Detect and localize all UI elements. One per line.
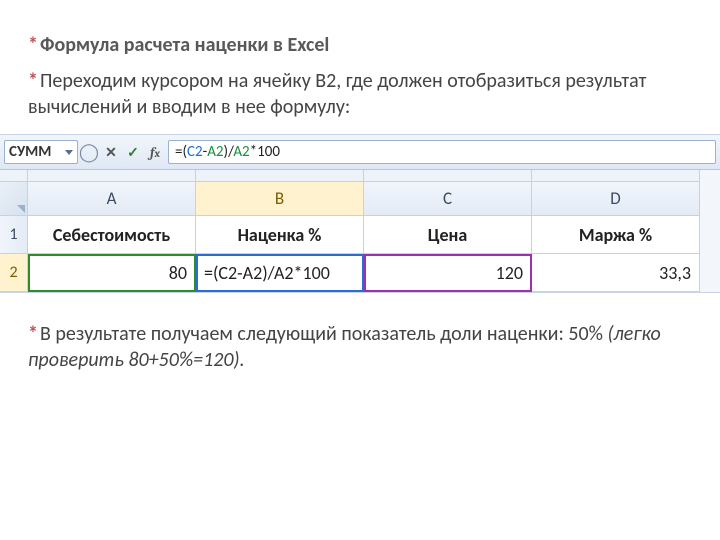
cell-D1[interactable]: Маржа % [532,216,700,254]
cell-D2[interactable]: 33,3 [532,254,700,292]
bullet-title: *Формула расчета наценки в Excel [28,32,692,58]
bullet-star-icon: * [28,33,38,57]
name-box[interactable]: СУММ [4,140,78,164]
accept-icon[interactable]: ✓ [122,141,144,163]
col-header-C[interactable]: C [364,182,532,216]
name-box-value: СУММ [9,143,51,161]
select-all-corner[interactable] [0,182,28,216]
chevron-down-icon [65,150,73,155]
col-header-D[interactable]: D [532,182,700,216]
step-text: Переходим курсором на ячейку B2, где дол… [28,69,646,119]
result-text-a: В результате получаем следующий показате… [40,322,607,346]
formula-bar: СУММ ◯ ✕ ✓ fx =(C2-A2)/A2*100 [0,135,720,170]
expand-icon[interactable]: ◯ [78,141,100,163]
title-text: Формула расчета наценки в Excel [40,33,329,57]
cancel-icon[interactable]: ✕ [100,141,122,163]
col-header-B[interactable]: B [196,182,364,216]
grid-spacer [196,170,364,182]
spreadsheet-grid: A B C D 1 Себестоимость Наценка % Цена М… [0,170,720,292]
slide: *Формула расчета наценки в Excel *Перехо… [0,0,720,540]
grid-spacer [364,170,532,182]
grid-spacer [532,170,700,182]
grid-spacer [28,170,196,182]
cell-A1[interactable]: Себестоимость [28,216,196,254]
bullet-result: *В результате получаем следующий показат… [28,321,692,373]
cell-B1[interactable]: Наценка % [196,216,364,254]
cell-C2[interactable]: 120 [364,254,532,292]
bullet-star-icon: * [28,69,38,93]
col-header-A[interactable]: A [28,182,196,216]
formula-input[interactable]: =(C2-A2)/A2*100 [168,140,716,164]
excel-screenshot: СУММ ◯ ✕ ✓ fx =(C2-A2)/A2*100 A B C D [0,134,720,293]
bullet-step: *Переходим курсором на ячейку B2, где до… [28,68,692,120]
formula-text: =(C2-A2)/A2*100 [175,143,280,161]
row-header-1[interactable]: 1 [0,216,28,254]
cell-C1[interactable]: Цена [364,216,532,254]
cell-B2[interactable]: =(C2-A2)/A2*100 [196,254,364,292]
fx-icon[interactable]: fx [144,141,166,163]
row-header-2[interactable]: 2 [0,254,28,292]
cell-A2[interactable]: 80 [28,254,196,292]
bullet-star-icon: * [28,322,38,346]
grid-spacer [0,170,28,182]
